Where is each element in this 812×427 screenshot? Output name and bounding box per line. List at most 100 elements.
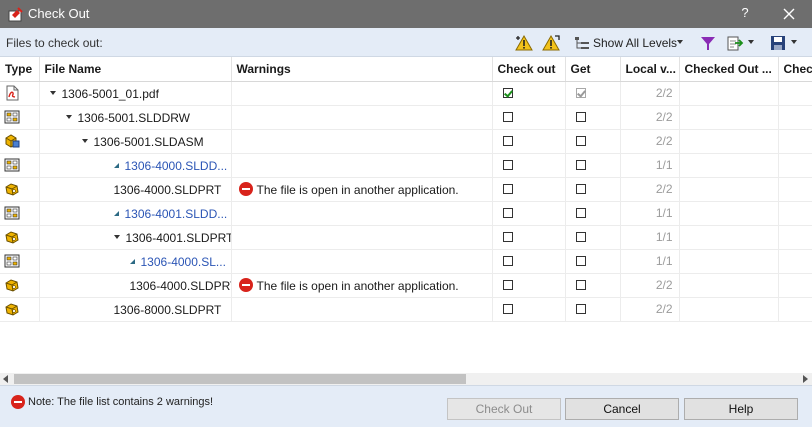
chevron-down-icon[interactable] bbox=[677, 40, 683, 44]
close-button[interactable] bbox=[776, 3, 802, 25]
get-checkbox[interactable] bbox=[575, 136, 586, 146]
get-cell bbox=[565, 129, 621, 154]
file-name-cell[interactable]: 1306-5001_01.pdf bbox=[39, 81, 232, 106]
get-checkbox[interactable] bbox=[575, 280, 586, 290]
get-checkbox[interactable] bbox=[575, 232, 586, 242]
file-name-cell[interactable]: 1306-4000.SLDPRT bbox=[39, 273, 232, 298]
get-checkbox[interactable] bbox=[575, 112, 586, 122]
checked-out-by-cell bbox=[679, 81, 779, 106]
warning-filter-icon[interactable] bbox=[515, 34, 533, 52]
warning-next-icon[interactable] bbox=[542, 34, 560, 52]
table-row[interactable]: 1306-4001.SLDPRT 1/1 bbox=[0, 225, 812, 250]
error-stop-icon bbox=[238, 278, 253, 293]
scrollbar-thumb[interactable] bbox=[14, 374, 466, 384]
check-out-checkbox[interactable] bbox=[502, 112, 513, 122]
title-help-button[interactable]: ? bbox=[736, 5, 754, 20]
check-out-checkbox[interactable] bbox=[502, 160, 513, 170]
get-checkbox[interactable] bbox=[575, 208, 586, 218]
check-out-checkbox[interactable] bbox=[502, 208, 513, 218]
file-name-cell[interactable]: 1306-8000.SLDPRT bbox=[39, 297, 232, 322]
table-row[interactable]: 1306-8000.SLDPRT 2/2 bbox=[0, 297, 812, 322]
close-icon bbox=[783, 8, 795, 20]
expand-chevron-icon[interactable] bbox=[113, 235, 120, 240]
title-bar: Check Out ? bbox=[0, 0, 812, 28]
table-row[interactable]: 1306-5001_01.pdf 2/2 bbox=[0, 81, 812, 106]
table-row[interactable]: 1306-4000.SLDPRT The file is open in anot… bbox=[0, 177, 812, 202]
check-out-checkbox[interactable] bbox=[502, 256, 513, 266]
column-header-get[interactable]: Get bbox=[565, 57, 621, 82]
file-name-cell[interactable]: 1306-4001.SLDD... bbox=[39, 201, 232, 226]
show-all-levels-dropdown[interactable]: Show All Levels bbox=[593, 36, 677, 50]
reference-arrow-icon bbox=[129, 258, 135, 264]
type-cell bbox=[0, 249, 40, 274]
get-cell bbox=[565, 273, 621, 298]
table-row[interactable]: 1306-4001.SLDD... 1/1 bbox=[0, 201, 812, 226]
cancel-button[interactable]: Cancel bbox=[565, 398, 679, 420]
get-cell bbox=[565, 153, 621, 178]
expand-chevron-icon[interactable] bbox=[65, 115, 72, 120]
scroll-left-icon[interactable] bbox=[3, 375, 8, 383]
checked-out-in-cell bbox=[778, 105, 812, 130]
file-name-cell[interactable]: 1306-4000.SLDPRT bbox=[39, 177, 232, 202]
table-row[interactable]: 1306-5001.SLDASM 2/2 bbox=[0, 129, 812, 154]
horizontal-scrollbar[interactable] bbox=[0, 373, 812, 385]
checked-out-by-cell bbox=[679, 105, 779, 130]
check-out-checkbox[interactable] bbox=[502, 280, 513, 290]
get-checkbox[interactable] bbox=[575, 304, 586, 314]
file-name-text: 1306-4000.SLDPRT bbox=[113, 182, 222, 197]
get-cell bbox=[565, 249, 621, 274]
file-name-cell[interactable]: 1306-5001.SLDDRW bbox=[39, 105, 232, 130]
file-name-cell[interactable]: 1306-4000.SLDD... bbox=[39, 153, 232, 178]
expand-chevron-icon[interactable] bbox=[49, 91, 56, 96]
file-name-text: 1306-4001.SLDPRT bbox=[125, 230, 231, 245]
local-version-cell: 1/1 bbox=[620, 201, 680, 226]
column-header-checked-out-by[interactable]: Checked Out ... bbox=[679, 57, 779, 82]
column-header-warnings[interactable]: Warnings bbox=[231, 57, 493, 82]
table-row[interactable]: 1306-4000.SLDD... 1/1 bbox=[0, 153, 812, 178]
column-header-file-name[interactable]: File Name bbox=[39, 57, 232, 82]
table-row[interactable]: 1306-4000.SLDPRT The file is open in anot… bbox=[0, 273, 812, 298]
tree-levels-icon[interactable] bbox=[573, 34, 591, 52]
check-out-cell bbox=[492, 153, 566, 178]
save-icon[interactable] bbox=[769, 34, 787, 52]
export-icon[interactable] bbox=[726, 34, 744, 52]
check-out-checkbox[interactable] bbox=[502, 184, 513, 194]
get-checkbox[interactable] bbox=[575, 160, 586, 170]
get-cell bbox=[565, 177, 621, 202]
column-header-check-out[interactable]: Check out bbox=[492, 57, 566, 82]
table-row[interactable]: 1306-4000.SL... 1/1 bbox=[0, 249, 812, 274]
file-name-cell[interactable]: 1306-5001.SLDASM bbox=[39, 129, 232, 154]
check-out-button[interactable]: Check Out bbox=[447, 398, 561, 420]
check-out-checkbox[interactable] bbox=[502, 232, 513, 242]
check-out-checkbox[interactable] bbox=[502, 136, 513, 146]
expand-chevron-icon[interactable] bbox=[81, 139, 88, 144]
get-checkbox[interactable] bbox=[575, 256, 586, 266]
filter-icon[interactable] bbox=[699, 34, 717, 52]
get-cell bbox=[565, 225, 621, 250]
column-header-type[interactable]: Type bbox=[0, 57, 40, 82]
file-table: Type File Name Warnings Check out Get Lo… bbox=[0, 57, 812, 322]
warning-cell bbox=[231, 105, 493, 130]
warning-cell bbox=[231, 201, 493, 226]
part-file-icon bbox=[4, 301, 38, 317]
column-header-local-version[interactable]: Local v... bbox=[620, 57, 680, 82]
checked-out-in-cell bbox=[778, 249, 812, 274]
column-header-checked-out-in[interactable]: Chec bbox=[778, 57, 812, 82]
file-name-cell[interactable]: 1306-4001.SLDPRT bbox=[39, 225, 232, 250]
check-out-checkbox[interactable] bbox=[502, 88, 513, 98]
check-out-checkbox[interactable] bbox=[502, 304, 513, 314]
checkout-app-icon bbox=[8, 7, 23, 22]
chevron-down-icon[interactable] bbox=[791, 40, 797, 44]
help-button[interactable]: Help bbox=[684, 398, 798, 420]
file-name-cell[interactable]: 1306-4000.SL... bbox=[39, 249, 232, 274]
chevron-down-icon[interactable] bbox=[748, 40, 754, 44]
warning-cell bbox=[231, 81, 493, 106]
scroll-right-icon[interactable] bbox=[803, 375, 808, 383]
get-checkbox[interactable] bbox=[575, 184, 586, 194]
checked-out-by-cell bbox=[679, 297, 779, 322]
checked-out-by-cell bbox=[679, 225, 779, 250]
error-stop-icon bbox=[238, 182, 253, 197]
warning-cell bbox=[231, 129, 493, 154]
local-version-cell: 2/2 bbox=[620, 177, 680, 202]
table-row[interactable]: 1306-5001.SLDDRW 2/2 bbox=[0, 105, 812, 130]
